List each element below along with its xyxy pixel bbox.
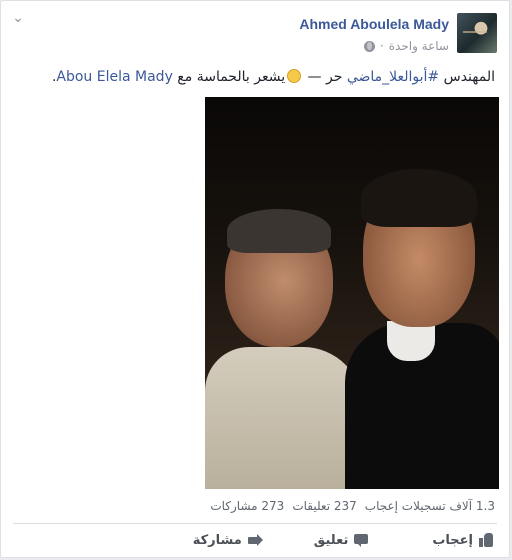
comments-count[interactable]: 237 تعليقات (292, 499, 356, 513)
thumbs-up-icon (479, 533, 493, 547)
photo-person-right-collar (387, 321, 435, 361)
action-bar: إعجاب تعليق مشاركة (13, 529, 497, 551)
chevron-down-icon[interactable]: ⌄ (11, 11, 25, 25)
excited-emoji-icon (287, 69, 302, 83)
like-label: إعجاب (432, 532, 473, 548)
post-photo[interactable] (205, 97, 499, 489)
post-text: المهندس #أبوالعلا_ماضي حر — يشعر بالحماس… (35, 69, 495, 85)
comment-button[interactable]: تعليق (314, 533, 369, 548)
likes-count[interactable]: 1.3 آلاف تسجيلات إعجاب (365, 499, 495, 513)
tagged-person-link[interactable]: Abou Elela Mady (56, 69, 172, 85)
share-button[interactable]: مشاركة (192, 532, 263, 548)
avatar-detail (463, 31, 487, 33)
divider (13, 523, 497, 524)
post-stats: 1.3 آلاف تسجيلات إعجاب 237 تعليقات 273 م… (205, 499, 495, 513)
share-label: مشاركة (192, 532, 242, 548)
post-timestamp[interactable]: ساعة واحدة (389, 39, 449, 53)
post-text-middle: حر — (303, 69, 347, 85)
post-text-prefix: المهندس (439, 69, 495, 85)
hashtag-link[interactable]: #أبوالعلا_ماضي (347, 69, 439, 85)
like-button[interactable]: إعجاب (432, 533, 493, 548)
photo-person-left-hair (227, 209, 331, 253)
author-name[interactable]: Ahmed Aboulela Mady (299, 16, 449, 32)
comment-icon (354, 533, 369, 547)
photo-person-left-shirt (205, 347, 363, 489)
photo-person-right-hair (361, 169, 477, 227)
comment-label: تعليق (313, 532, 349, 548)
avatar[interactable] (457, 13, 497, 53)
shares-count[interactable]: 273 مشاركات (210, 499, 284, 513)
post-meta: · ساعة واحدة (363, 39, 449, 53)
share-icon (247, 533, 263, 547)
post-card: ⌄ Ahmed Aboulela Mady · ساعة واحدة المهن… (0, 0, 510, 558)
feeling-text: يشعر بالحماسة مع (172, 69, 286, 85)
meta-separator: · (379, 39, 384, 53)
globe-icon[interactable] (363, 40, 375, 52)
